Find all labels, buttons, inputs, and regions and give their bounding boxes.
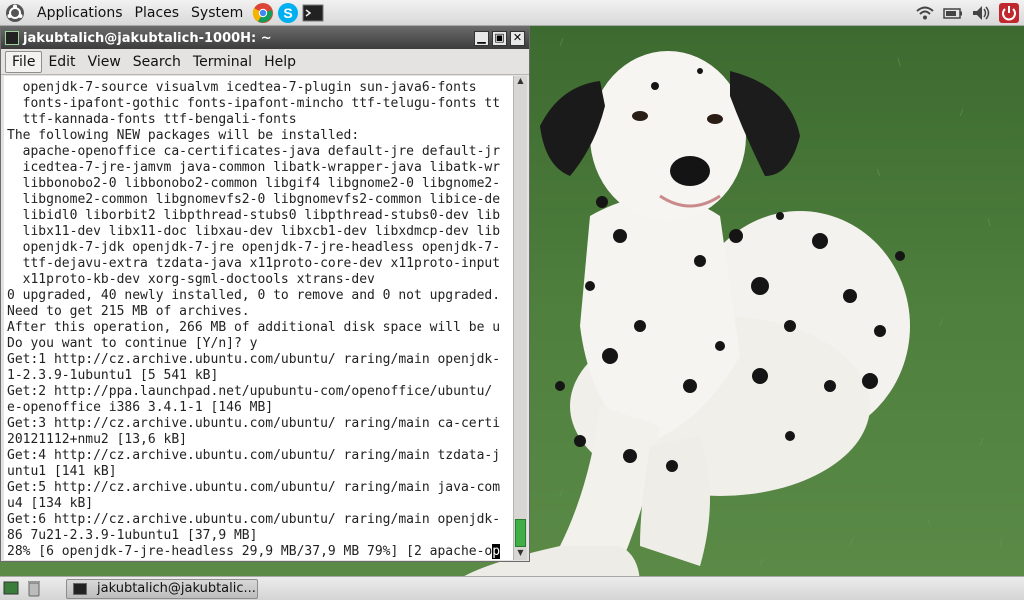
menu-file[interactable]: File	[5, 50, 43, 73]
scroll-thumb[interactable]	[515, 519, 526, 547]
terminal-line: 86 7u21-2.3.9-1ubuntu1 [37,9 MB]	[7, 528, 258, 543]
terminal-line: untu1 [141 kB]	[7, 464, 117, 479]
ubuntu-logo-icon[interactable]	[5, 3, 25, 23]
menu-edit[interactable]: Edit	[42, 52, 81, 72]
terminal-line: Get:5 http://cz.archive.ubuntu.com/ubunt…	[7, 480, 501, 495]
terminal-cursor: p	[492, 544, 501, 559]
menu-places[interactable]: Places	[129, 0, 186, 26]
terminal-line: 0 upgraded, 40 newly installed, 0 to rem…	[7, 288, 501, 303]
terminal-window: jakubtalich@jakubtalich-1000H: ~ ▁ ▣ ✕ F…	[0, 26, 530, 562]
terminal-line: After this operation, 266 MB of addition…	[7, 320, 501, 335]
menu-search[interactable]: Search	[127, 52, 187, 72]
system-tray	[914, 2, 1024, 23]
scroll-up-arrow-icon[interactable]: ▲	[514, 76, 527, 88]
terminal-line: The following NEW packages will be insta…	[7, 128, 360, 143]
taskbar-terminal-button[interactable]: jakubtalich@jakubtalic...	[66, 578, 258, 599]
taskbar-terminal-label: jakubtalich@jakubtalic...	[97, 581, 256, 596]
show-desktop-icon[interactable]	[3, 580, 19, 596]
volume-icon[interactable]	[970, 3, 992, 23]
battery-icon[interactable]	[942, 3, 964, 23]
terminal-line: e-openoffice i386 3.4.1-1 [146 MB]	[7, 400, 274, 415]
progress-line: 28% [6 openjdk-7-jre-headless 29,9 MB/37…	[7, 544, 493, 559]
menu-applications[interactable]: Applications	[31, 0, 129, 26]
terminal-line: Get:4 http://cz.archive.ubuntu.com/ubunt…	[7, 448, 501, 463]
terminal-line: Do you want to continue [Y/n]? y	[7, 336, 258, 351]
svg-text:S: S	[284, 5, 293, 21]
top-panel: Applications Places System S	[0, 0, 1024, 26]
window-title: jakubtalich@jakubtalich-1000H: ~	[23, 30, 272, 46]
terminal-line: Get:1 http://cz.archive.ubuntu.com/ubunt…	[7, 352, 501, 367]
terminal-line: x11proto-kb-dev xorg-sgml-doctools xtran…	[7, 272, 375, 287]
menu-terminal[interactable]: Terminal	[187, 52, 258, 72]
terminal-window-icon	[5, 31, 19, 45]
terminal-line: libidl0 liborbit2 libpthread-stubs0 libp…	[7, 208, 501, 223]
close-button[interactable]: ✕	[510, 30, 525, 46]
terminal-line: fonts-ipafont-gothic fonts-ipafont-minch…	[7, 96, 501, 111]
menu-help[interactable]: Help	[258, 52, 302, 72]
terminal-line: openjdk-7-jdk openjdk-7-jre openjdk-7-jr…	[7, 240, 501, 255]
terminal-line: libbonobo2-0 libbonobo2-common libgif4 l…	[7, 176, 501, 191]
terminal-line: Need to get 215 MB of archives.	[7, 304, 250, 319]
power-icon[interactable]	[998, 2, 1020, 23]
terminal-line: Get:2 http://ppa.launchpad.net/upubuntu-…	[7, 384, 493, 399]
terminal-icon[interactable]	[302, 2, 324, 24]
terminal-line: openjdk-7-source visualvm icedtea-7-plug…	[7, 80, 477, 95]
terminal-line: icedtea-7-jre-jamvm java-common libatk-w…	[7, 160, 501, 175]
minimize-button[interactable]: ▁	[474, 30, 489, 46]
chrome-icon[interactable]	[252, 2, 274, 24]
terminal-text: openjdk-7-source visualvm icedtea-7-plug…	[4, 76, 513, 560]
terminal-line: libx11-dev libx11-doc libxau-dev libxcb1…	[7, 224, 501, 239]
window-controls: ▁ ▣ ✕	[471, 30, 525, 46]
terminal-line: u4 [134 kB]	[7, 496, 94, 511]
terminal-line: libgnome2-common libgnomevfs2-0 libgnome…	[7, 192, 501, 207]
terminal-menubar: File Edit View Search Terminal Help	[1, 49, 529, 75]
terminal-line: 1-2.3.9-1ubuntu1 [5 541 kB]	[7, 368, 219, 383]
vertical-scrollbar[interactable]: ▲ ▼	[513, 76, 527, 560]
menu-view[interactable]: View	[82, 52, 127, 72]
terminal-line: ttf-dejavu-extra tzdata-java x11proto-co…	[7, 256, 501, 271]
title-bar[interactable]: jakubtalich@jakubtalich-1000H: ~ ▁ ▣ ✕	[1, 27, 529, 49]
terminal-line: apache-openoffice ca-certificates-java d…	[7, 144, 501, 159]
terminal-line: 20121112+nmu2 [13,6 kB]	[7, 432, 188, 447]
terminal-line: ttf-kannada-fonts ttf-bengali-fonts	[7, 112, 297, 127]
terminal-line: Get:3 http://cz.archive.ubuntu.com/ubunt…	[7, 416, 501, 431]
menu-system[interactable]: System	[185, 0, 249, 26]
scroll-down-arrow-icon[interactable]: ▼	[514, 548, 527, 560]
bottom-panel: jakubtalich@jakubtalic...	[0, 576, 1024, 600]
terminal-line: Get:6 http://cz.archive.ubuntu.com/ubunt…	[7, 512, 501, 527]
skype-icon[interactable]: S	[277, 2, 299, 24]
trash-icon[interactable]	[26, 579, 42, 597]
terminal-task-icon	[73, 582, 87, 595]
wifi-icon[interactable]	[914, 3, 936, 23]
terminal-output[interactable]: openjdk-7-source visualvm icedtea-7-plug…	[4, 76, 513, 560]
maximize-button[interactable]: ▣	[492, 30, 507, 46]
